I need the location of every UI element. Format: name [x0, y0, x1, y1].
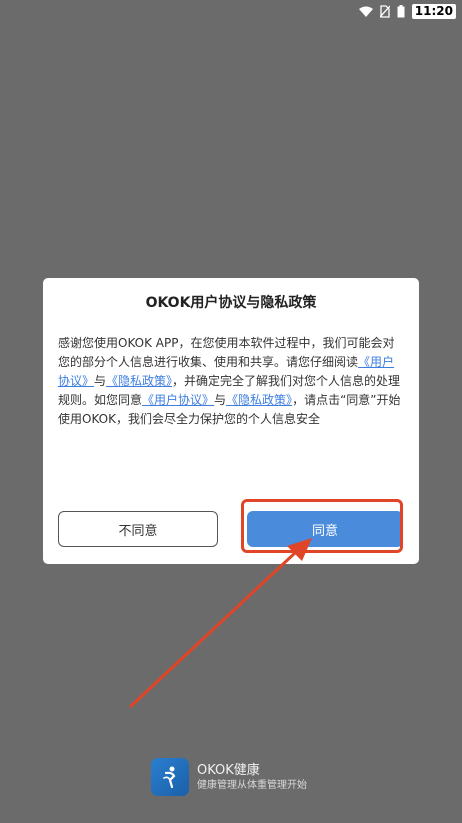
app-brand: OKOK健康 健康管理从体重管理开始 — [151, 758, 307, 796]
dialog-body: 感谢您使用OKOK APP，在您使用本软件过程中，我们可能会对您的部分个人信息进… — [58, 334, 402, 429]
agree-button[interactable]: 同意 — [247, 511, 403, 547]
dialog-title: OKOK用户协议与隐私政策 — [145, 295, 317, 311]
status-bar: 11:20 — [0, 0, 462, 22]
disagree-button[interactable]: 不同意 — [58, 511, 218, 547]
okok-logo-icon — [151, 758, 189, 796]
privacy-dialog: OKOK用户协议与隐私政策 感谢您使用OKOK APP，在您使用本软件过程中，我… — [43, 278, 419, 564]
brand-slogan: 健康管理从体重管理开始 — [197, 779, 307, 791]
body-text-1: 感谢您使用OKOK APP，在您使用本软件过程中，我们可能会对您的部分个人信息进… — [58, 336, 395, 369]
body-and-2: 与 — [214, 393, 227, 407]
privacy-policy-link[interactable]: 《隐私政策》 — [106, 374, 172, 388]
user-agreement-link-2[interactable]: 《用户协议》 — [142, 393, 214, 407]
body-and-1: 与 — [94, 374, 107, 388]
wifi-icon — [358, 6, 373, 17]
brand-name: OKOK健康 — [197, 762, 260, 778]
privacy-policy-link-2[interactable]: 《隐私政策》 — [226, 393, 292, 407]
no-sim-icon — [379, 4, 390, 18]
status-time: 11:20 — [411, 3, 456, 19]
battery-icon — [397, 4, 405, 17]
